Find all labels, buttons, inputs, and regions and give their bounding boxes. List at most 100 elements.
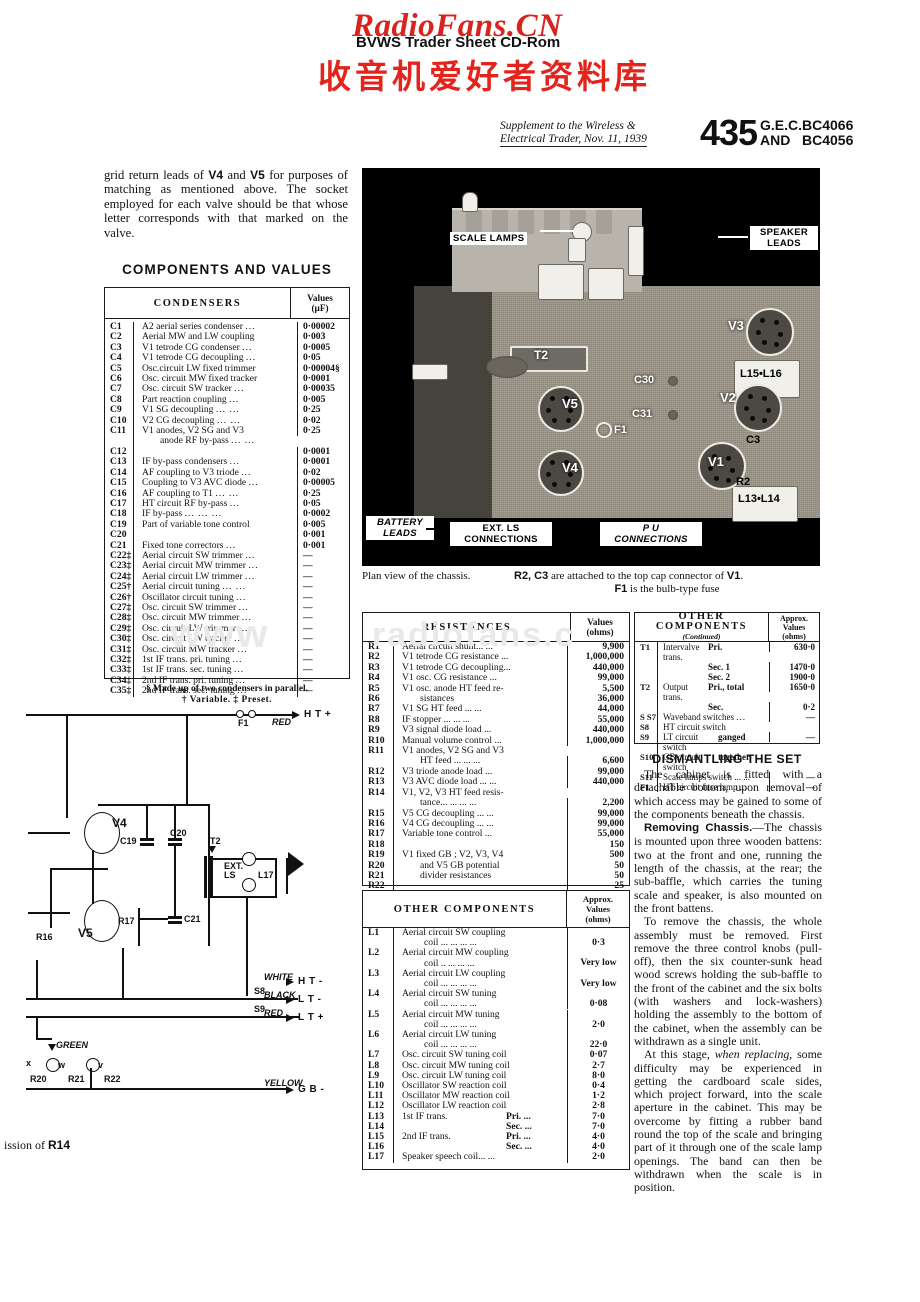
supplement-line-2: Electrical Trader, Nov. 11, 1939	[500, 133, 647, 147]
trader-sheet-page: RadioFans.CN BVWS Trader Sheet CD-Rom 收音…	[0, 0, 920, 1302]
component-desc: Intervalve trans. Pri.	[663, 642, 723, 662]
table-row: T2 Output trans. Pri., total 1650·0	[635, 682, 819, 702]
dismantling-p1: The cabinet is fitted with a detachable …	[634, 767, 822, 821]
callout-v1: V1	[708, 454, 724, 469]
component-value: 2·0	[567, 1009, 629, 1030]
wire-c20-down	[174, 804, 176, 840]
component-value: Very low	[567, 948, 629, 969]
component-desc: LT circuit switch ganged	[663, 732, 746, 752]
component-ref: R19	[368, 849, 385, 861]
table-row: L3 Aerial circuit LW coupling coil ... ...…	[363, 968, 629, 990]
table-row: L2 Aerial circuit MW coupling coil .. ... …	[363, 948, 629, 969]
callout-v2: V2	[720, 390, 736, 405]
circuit-label-t2: T2	[210, 836, 221, 846]
if-can	[628, 226, 644, 276]
component-value: 1650·0	[769, 682, 819, 692]
circuit-label-v5: V5	[78, 926, 93, 940]
fuse-terminal-left	[236, 710, 244, 718]
table-row: R17 Variable tone control ... 55,000	[363, 828, 629, 840]
component-ref: S9	[640, 732, 650, 742]
capacitor-c21	[168, 916, 182, 919]
coil-block-1	[538, 264, 584, 300]
circuit-label-f1: F1	[238, 718, 249, 728]
other-components-table: OTHER COMPONENTS Approx. Values (ohms) L…	[362, 890, 630, 1170]
other-components-continued-header: OTHER COMPONENTS (Continued)	[655, 611, 748, 641]
other-components-continued-table: OTHER COMPONENTS (Continued) Approx. Val…	[634, 611, 820, 792]
caption-right-line-1: R2, C3 are attached to the top cap conne…	[514, 570, 744, 582]
callout-c30: C30	[634, 374, 655, 386]
circuit-label-l17: L17	[258, 870, 274, 880]
component-value: 440,000	[567, 776, 629, 788]
component-desc: Speaker speech coil... ...	[402, 1151, 495, 1163]
component-desc: 2nd IF trans. Pri. ...	[402, 1131, 531, 1143]
callout-c31: C31	[632, 408, 653, 420]
dismantling-heading: DISMANTLING THE SET	[652, 752, 802, 766]
component-desc: Aerial circuit LW tuning coil ... ... ...…	[402, 1029, 497, 1051]
component-desc: Variable tone control ...	[402, 828, 493, 840]
component-value: 0·25	[297, 425, 349, 437]
circuit-label-r16: R16	[36, 932, 53, 942]
component-desc: Part of variable tone control	[142, 518, 250, 530]
circuit-label-tap-w: w	[58, 1060, 66, 1070]
supplement-credit: Supplement to the Wireless & Electrical …	[500, 120, 680, 147]
valve-socket-v2	[734, 384, 782, 432]
callout-v5: V5	[562, 396, 578, 411]
component-ref: C11	[110, 425, 126, 437]
maker-name: G.E.C.	[760, 117, 803, 133]
component-ref: C25†	[110, 581, 132, 593]
circuit-label-r21: R21	[68, 1074, 85, 1084]
callout-v4: V4	[562, 460, 578, 475]
terminal-lt-minus: L T -	[298, 994, 322, 1005]
circuit-diagram: F1 RED H T + V4 V5 C19 C20 C21 R17 T2 EX…	[0, 700, 352, 1170]
circuit-label-c21: C21	[184, 914, 201, 924]
component-value: Very low	[567, 968, 629, 990]
table-row: C25† Aerial circuit tuning ... ... —	[105, 581, 349, 593]
component-ref: C20	[110, 529, 127, 541]
terminal-ht-minus: H T -	[298, 976, 323, 987]
component-desc: Sec. 1	[708, 662, 730, 672]
wire-v5-bottom	[50, 868, 108, 870]
other-components-header: OTHER COMPONENTS	[393, 903, 536, 915]
component-ref: S8	[640, 722, 650, 732]
model-number-1: BC4066	[802, 117, 854, 133]
component-desc: HT circuit switch	[663, 722, 726, 732]
scale-lamp-holder	[568, 238, 586, 262]
component-value: 0·2	[769, 702, 819, 712]
component-ref: L5	[368, 1008, 380, 1020]
dismantling-p2: Removing Chassis.—The chassis is mounted…	[634, 820, 822, 915]
component-desc: anode RF by-pass ... ...	[160, 435, 255, 447]
dismantling-p3: To remove the chassis, the whole assembl…	[634, 914, 822, 1048]
other-components-head: OTHER COMPONENTS Approx. Values (ohms)	[363, 891, 629, 928]
component-desc: tance... ... ... ...	[420, 797, 477, 809]
other-components-continued-value-header: Approx. Values (ohms)	[768, 613, 819, 641]
component-ref: L6	[368, 1029, 380, 1041]
table-row: Sec. 2 1900·0	[635, 672, 819, 682]
component-value: 22·0	[567, 1030, 629, 1051]
circuit-footer-note: ission of R14	[4, 1138, 71, 1152]
table-row: L13 1st IF trans. Pri. ... 7·0	[363, 1111, 629, 1122]
table-row: T1 Intervalve trans. Pri. 630·0	[635, 642, 819, 662]
faint-watermark-mid: radiofans.c	[372, 616, 576, 654]
callout-v3: V3	[728, 318, 744, 333]
watermark-subtitle: BVWS Trader Sheet CD-Rom	[356, 34, 561, 51]
table-row: Sec. 1 1470·0	[635, 662, 819, 672]
coil-block-2	[588, 268, 624, 300]
wire-sec-bottom	[213, 896, 277, 898]
table-row: R19 V1 fixed GB ; V2, V3, V4 500	[363, 849, 629, 861]
arrow-green	[48, 1044, 56, 1051]
wire-green-drop	[36, 1016, 38, 1038]
intro-paragraph: grid return leads of V4 and V5 for purpo…	[104, 168, 348, 240]
other-components-continued-head: OTHER COMPONENTS (Continued) Approx. Val…	[635, 611, 819, 642]
wire-ht-minus-rail	[26, 998, 252, 1000]
arrow-battery-leads	[426, 528, 442, 530]
wire-lt-plus-rail	[26, 1016, 300, 1018]
component-value: 2·0	[567, 1152, 629, 1163]
label-pu-connections: P U CONNECTIONS	[600, 522, 702, 546]
label-scale-lamps: SCALE LAMPS	[450, 232, 528, 245]
wire-v-drop	[90, 1068, 92, 1090]
component-desc: Aerial circuit MW tuning coil ... ... ...…	[402, 1008, 500, 1030]
transformer-t2-core2	[210, 856, 213, 898]
circuit-label-tap-x: x	[26, 1058, 32, 1068]
terminal-strip	[412, 364, 448, 380]
faint-watermark-left: www	[170, 612, 270, 656]
